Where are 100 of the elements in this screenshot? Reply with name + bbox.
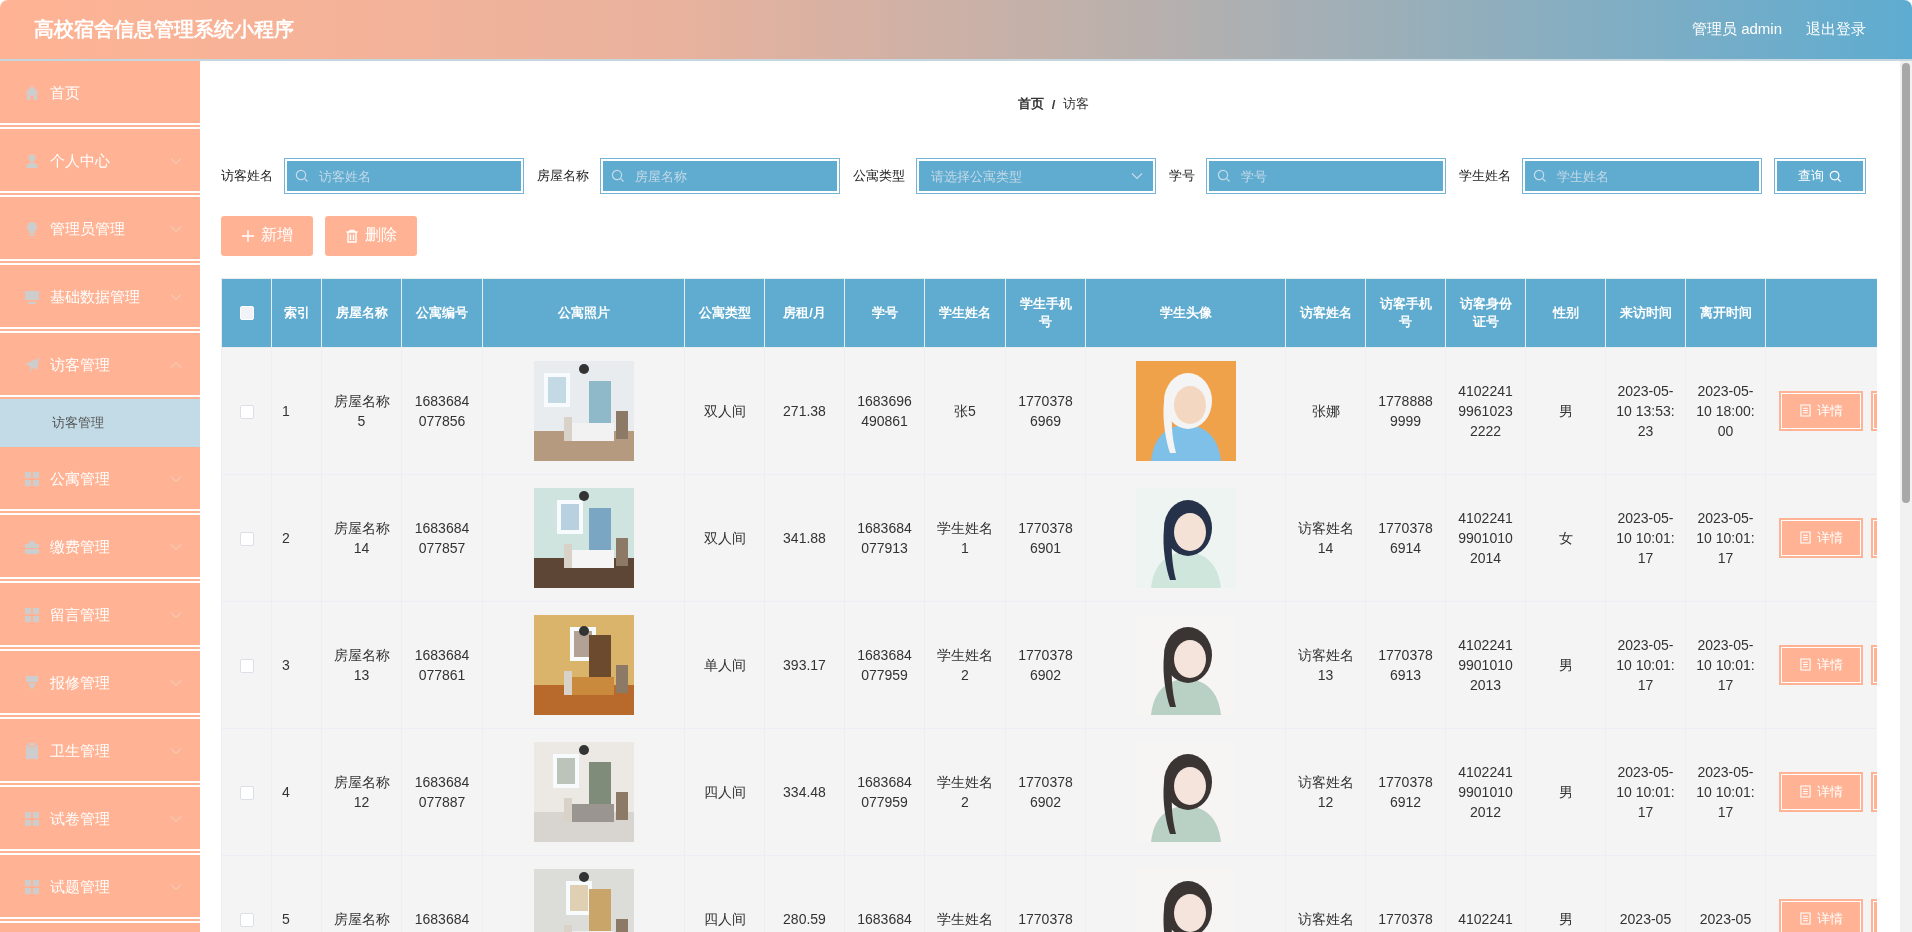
breadcrumb-link[interactable]: 访客 — [1063, 95, 1090, 114]
chevron-icon — [170, 293, 182, 301]
submenu-item[interactable]: 访客管理 — [0, 399, 200, 447]
sidebar-item[interactable]: 首页 — [0, 63, 200, 125]
select-field[interactable]: 请选择公寓类型 — [917, 159, 1155, 194]
table-cell: 17703786914 — [1365, 474, 1446, 602]
chevron-icon — [1131, 172, 1143, 181]
grid-icon — [24, 811, 40, 827]
table-cell: 1683684 — [401, 855, 483, 932]
grid-icon — [24, 879, 40, 895]
table-cell: 410224199010102012 — [1445, 728, 1526, 856]
plus-icon — [241, 228, 255, 243]
sidebar-item[interactable]: 个人中心 — [0, 131, 200, 193]
logout-link[interactable]: 退出登录 — [1806, 20, 1866, 39]
table-cell: 男 — [1525, 347, 1606, 475]
sidebar-item[interactable]: 试题管理 — [0, 857, 200, 919]
search-icon — [1533, 169, 1547, 184]
lock-icon — [24, 539, 40, 555]
table-cell: 1683696490861 — [844, 347, 925, 475]
table-cell: 房屋名称 — [321, 855, 402, 932]
table-cell: 2023-05-10 10:01:17 — [1605, 601, 1686, 729]
detail-button[interactable]: 详情 — [1780, 645, 1862, 684]
detail-button[interactable]: 详情 — [1780, 518, 1862, 557]
search-icon — [1217, 169, 1231, 184]
chevron-icon — [170, 475, 182, 483]
field-label: 学号 — [1169, 167, 1195, 186]
table-cell: 学生姓名1 — [924, 474, 1006, 602]
table-cell: 房屋名称14 — [321, 474, 402, 602]
table-cell: 17703786902 — [1005, 728, 1086, 856]
admin-label: 管理员 admin — [1691, 20, 1782, 39]
sidebar-item[interactable]: 报修管理 — [0, 653, 200, 715]
detail-button[interactable]: 详情 — [1780, 772, 1862, 811]
pin-icon — [24, 675, 40, 691]
sidebar-item[interactable]: 卫生管理 — [0, 721, 200, 783]
sidebar-item[interactable]: 缴费管理 — [0, 517, 200, 579]
search-field[interactable]: 访客姓名 — [285, 159, 523, 194]
column-header: 访客身份证号 — [1445, 278, 1526, 348]
table-cell: 学生姓名2 — [924, 601, 1006, 729]
table-cell: 410224199610232222 — [1445, 347, 1526, 475]
delete-button[interactable]: 删除 — [325, 215, 417, 256]
row-checkbox[interactable] — [239, 785, 254, 800]
table-cell: 女 — [1525, 474, 1606, 602]
table-cell: 男 — [1525, 601, 1606, 729]
document-icon — [1799, 912, 1811, 926]
table-cell: 393.17 — [764, 601, 845, 729]
table-cell: 2023-05-10 10:01:17 — [1605, 474, 1686, 602]
query-button[interactable]: 查询 — [1775, 159, 1865, 194]
table-cell: 房屋名称12 — [321, 728, 402, 856]
table-cell: 男 — [1525, 855, 1606, 932]
table-cell: 男 — [1525, 728, 1606, 856]
row-checkbox[interactable] — [239, 531, 254, 546]
clipboard-icon — [24, 743, 40, 759]
column-header: 房屋名称 — [321, 278, 402, 348]
search-field[interactable]: 房屋名称 — [601, 159, 839, 194]
scrollbar[interactable] — [1900, 61, 1912, 932]
table-cell: 4 — [271, 728, 322, 856]
sidebar-item[interactable]: 留言管理 — [0, 585, 200, 647]
row-checkbox[interactable] — [239, 912, 254, 927]
column-header: 访客姓名 — [1285, 278, 1366, 348]
document-icon — [1799, 658, 1811, 672]
table-cell: 1683684077856 — [401, 347, 483, 475]
chevron-icon — [170, 679, 182, 687]
table-cell: 280.59 — [764, 855, 845, 932]
column-header: 公寓编号 — [401, 278, 483, 348]
sidebar-item[interactable]: 公寓管理 — [0, 449, 200, 511]
table-cell: 17703786912 — [1365, 728, 1446, 856]
add-button[interactable]: 新增 — [221, 215, 313, 256]
detail-button[interactable]: 详情 — [1780, 899, 1862, 932]
column-header: 房租/月 — [764, 278, 845, 348]
row-checkbox[interactable] — [239, 404, 254, 419]
detail-button[interactable]: 详情 — [1780, 391, 1862, 430]
table-cell: 17703786902 — [1005, 601, 1086, 729]
chevron-icon — [170, 361, 182, 369]
table-cell: 1683684077913 — [844, 474, 925, 602]
select-all-checkbox[interactable] — [239, 306, 254, 321]
search-field[interactable]: 学生姓名 — [1523, 159, 1761, 194]
table-cell: 2023-05 — [1605, 855, 1686, 932]
sidebar-item[interactable]: 管理员管理 — [0, 199, 200, 261]
breadcrumb-link[interactable]: 首页 — [1017, 95, 1044, 114]
table-cell: 双人间 — [684, 474, 765, 602]
sidebar-item[interactable]: 访客管理 — [0, 335, 200, 397]
table-cell: 17788889999 — [1365, 347, 1446, 475]
table-cell: 2023-05-10 18:00:00 — [1685, 347, 1766, 475]
sidebar-item[interactable]: 基础数据管理 — [0, 267, 200, 329]
table-cell: 访客姓名12 — [1285, 728, 1366, 856]
row-checkbox[interactable] — [239, 658, 254, 673]
document-icon — [1799, 531, 1811, 545]
table-cell: 四人间 — [684, 728, 765, 856]
table-cell: 3 — [271, 601, 322, 729]
column-header: 学生姓名 — [924, 278, 1006, 348]
bulb-icon — [24, 221, 40, 237]
table-cell: 2 — [271, 474, 322, 602]
table-cell: 271.38 — [764, 347, 845, 475]
sidebar-item[interactable]: 试卷管理 — [0, 789, 200, 851]
table-cell: 访客姓名13 — [1285, 601, 1366, 729]
column-header: 学生手机号 — [1005, 278, 1086, 348]
search-icon — [1829, 169, 1842, 183]
search-field[interactable]: 学号 — [1207, 159, 1445, 194]
column-header: 学生头像 — [1085, 278, 1286, 348]
grid-icon — [24, 471, 40, 487]
